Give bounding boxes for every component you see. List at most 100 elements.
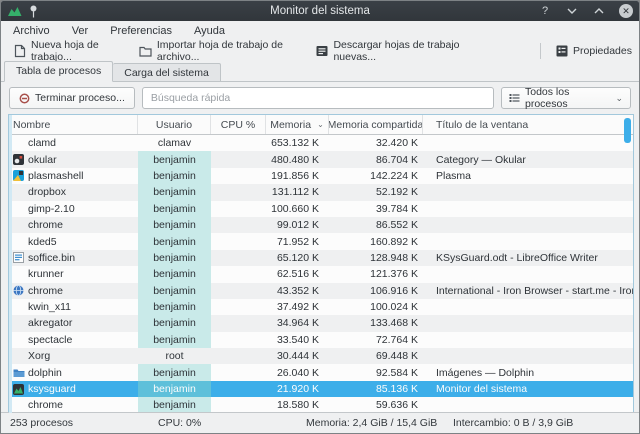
table-focus-strip (9, 115, 12, 413)
cell-mem: 34.964 K (276, 317, 319, 330)
process-name: ksysguard (28, 383, 76, 396)
cell-title (423, 233, 633, 249)
cell-title: Imágenes — Dolphin (436, 366, 535, 379)
cell-name: soffice.bin (9, 250, 138, 266)
table-row-clamd[interactable]: clamd clamav 653.132 K 32.420 K (9, 135, 633, 151)
table-row-ksysguard[interactable]: ksysguard benjamin 21.920 K 85.136 K Monitor… (9, 380, 633, 398)
system-monitor-window: Monitor del sistema ? ✕ Archivo Ver Pref… (0, 0, 640, 434)
table-row-dropbox[interactable]: dropbox benjamin 131.112 K 52.192 K (9, 184, 633, 201)
cell-user: benjamin (138, 266, 211, 283)
cell-user: benjamin (138, 200, 211, 217)
cell-shared: 85.136 K (375, 383, 418, 396)
end-process-button[interactable]: Terminar proceso... (9, 87, 135, 109)
cell-name: dolphin (9, 364, 138, 380)
cell-cpu (211, 315, 266, 331)
cell-title (423, 266, 633, 282)
properties-button[interactable]: Propiedades (549, 42, 639, 60)
toolbar-separator (540, 43, 542, 59)
new-worksheet-icon (14, 44, 26, 58)
maximize-icon[interactable] (592, 4, 606, 18)
cell-shared: 121.376 K (370, 268, 418, 281)
column-header-user[interactable]: Usuario (138, 115, 211, 134)
cell-mem: 71.952 K (276, 235, 319, 248)
process-name: soffice.bin (28, 251, 76, 264)
no-icon (12, 187, 25, 198)
okular-icon (12, 154, 25, 166)
column-label: Usuario (155, 118, 193, 131)
column-header-shared[interactable]: Memoria compartida (329, 115, 423, 134)
cell-name: chrome (9, 283, 138, 299)
ksysguard-icon (12, 383, 25, 395)
tab-carga-del-sistema[interactable]: Carga del sistema (113, 63, 221, 82)
column-header-name[interactable]: Nombre (9, 115, 138, 134)
close-icon[interactable]: ✕ (619, 4, 633, 18)
cell-cpu (211, 217, 266, 233)
cell-title: Plasma (436, 169, 472, 182)
cell-name: akregator (9, 315, 138, 331)
search-input[interactable] (141, 87, 494, 109)
cell-cpu (211, 266, 266, 282)
ksysguard-app-icon (8, 6, 22, 17)
column-label: Memoria (270, 118, 312, 131)
table-row-Xorg[interactable]: Xorg root 30.444 K 69.448 K (9, 348, 633, 365)
cell-cpu (211, 151, 266, 167)
cell-title: KSysGuard.odt - LibreOffice Writer (436, 251, 598, 264)
table-row-kwin_x11[interactable]: kwin_x11 benjamin 37.492 K 100.024 K (9, 298, 633, 316)
cell-shared: 72.764 K (375, 333, 418, 346)
table-row-spectacle[interactable]: spectacle benjamin 33.540 K 72.764 K (9, 331, 633, 349)
cell-mem: 26.040 K (276, 366, 319, 379)
cell-title (423, 315, 633, 331)
cell-shared: 32.420 K (375, 137, 418, 150)
no-icon (12, 236, 25, 247)
vertical-scrollbar[interactable] (624, 118, 631, 143)
process-name: clamd (28, 137, 57, 150)
process-name: krunner (28, 268, 64, 281)
table-row-gimp-2.10[interactable]: gimp-2.10 benjamin 100.660 K 39.784 K (9, 200, 633, 217)
status-process-count: 253 procesos (10, 417, 74, 429)
table-row-plasmashell[interactable]: plasmashell benjamin 191.856 K 142.224 K Pla… (9, 167, 633, 185)
process-filter-dropdown[interactable]: Todos los procesos ⌄ (501, 86, 631, 110)
cell-name: kwin_x11 (9, 299, 138, 315)
table-row-akregator[interactable]: akregator benjamin 34.964 K 133.468 K (9, 315, 633, 332)
cell-title: Monitor del sistema (436, 383, 528, 396)
column-header-cpu[interactable]: CPU % (211, 115, 266, 134)
cell-cpu (211, 201, 266, 217)
cell-title (423, 184, 633, 200)
cell-cpu (211, 233, 266, 249)
table-row-chrome[interactable]: chrome benjamin 43.352 K 106.916 K Internati… (9, 282, 633, 299)
table-row-krunner[interactable]: krunner benjamin 62.516 K 121.376 K (9, 266, 633, 283)
process-name: gimp-2.10 (28, 202, 75, 215)
column-label: Título de la ventana (436, 118, 529, 131)
tab-tabla-de-procesos[interactable]: Tabla de procesos (4, 61, 114, 82)
column-header-title[interactable]: Título de la ventana (423, 115, 633, 134)
help-icon[interactable]: ? (538, 4, 552, 18)
cell-name: spectacle (9, 332, 138, 348)
table-row-okular[interactable]: okular benjamin 480.480 K 86.704 K Category … (9, 151, 633, 168)
process-name: kded5 (28, 235, 57, 248)
table-row-dolphin[interactable]: dolphin benjamin 26.040 K 92.584 K Imágenes … (9, 364, 633, 381)
cell-user: benjamin (138, 249, 211, 267)
cell-title (423, 332, 633, 348)
cell-shared: 52.192 K (375, 186, 418, 199)
filter-value: Todos los procesos (525, 86, 570, 110)
table-row-chrome[interactable]: chrome benjamin 99.012 K 86.552 K (9, 216, 633, 234)
cell-user: root (165, 350, 184, 363)
cell-shared: 92.584 K (375, 366, 418, 379)
minimize-icon[interactable] (565, 4, 579, 18)
column-header-mem[interactable]: Memoria ⌄ (266, 115, 329, 134)
cell-user: benjamin (138, 282, 211, 299)
cell-mem: 131.112 K (271, 186, 319, 199)
end-process-icon (19, 93, 30, 104)
download-worksheets-icon (316, 45, 328, 57)
cell-cpu (211, 283, 266, 299)
cell-user: benjamin (138, 184, 211, 201)
cell-title (423, 299, 633, 315)
cell-cpu (211, 135, 266, 151)
table-row-soffice.bin[interactable]: soffice.bin benjamin 65.120 K 128.948 K KSys… (9, 249, 633, 267)
cell-title (423, 348, 633, 364)
cell-mem: 100.660 K (271, 202, 319, 215)
cell-shared: 86.704 K (375, 153, 418, 166)
pin-icon[interactable] (29, 5, 38, 18)
cell-title (423, 135, 633, 151)
table-row-kded5[interactable]: kded5 benjamin 71.952 K 160.892 K (9, 233, 633, 250)
